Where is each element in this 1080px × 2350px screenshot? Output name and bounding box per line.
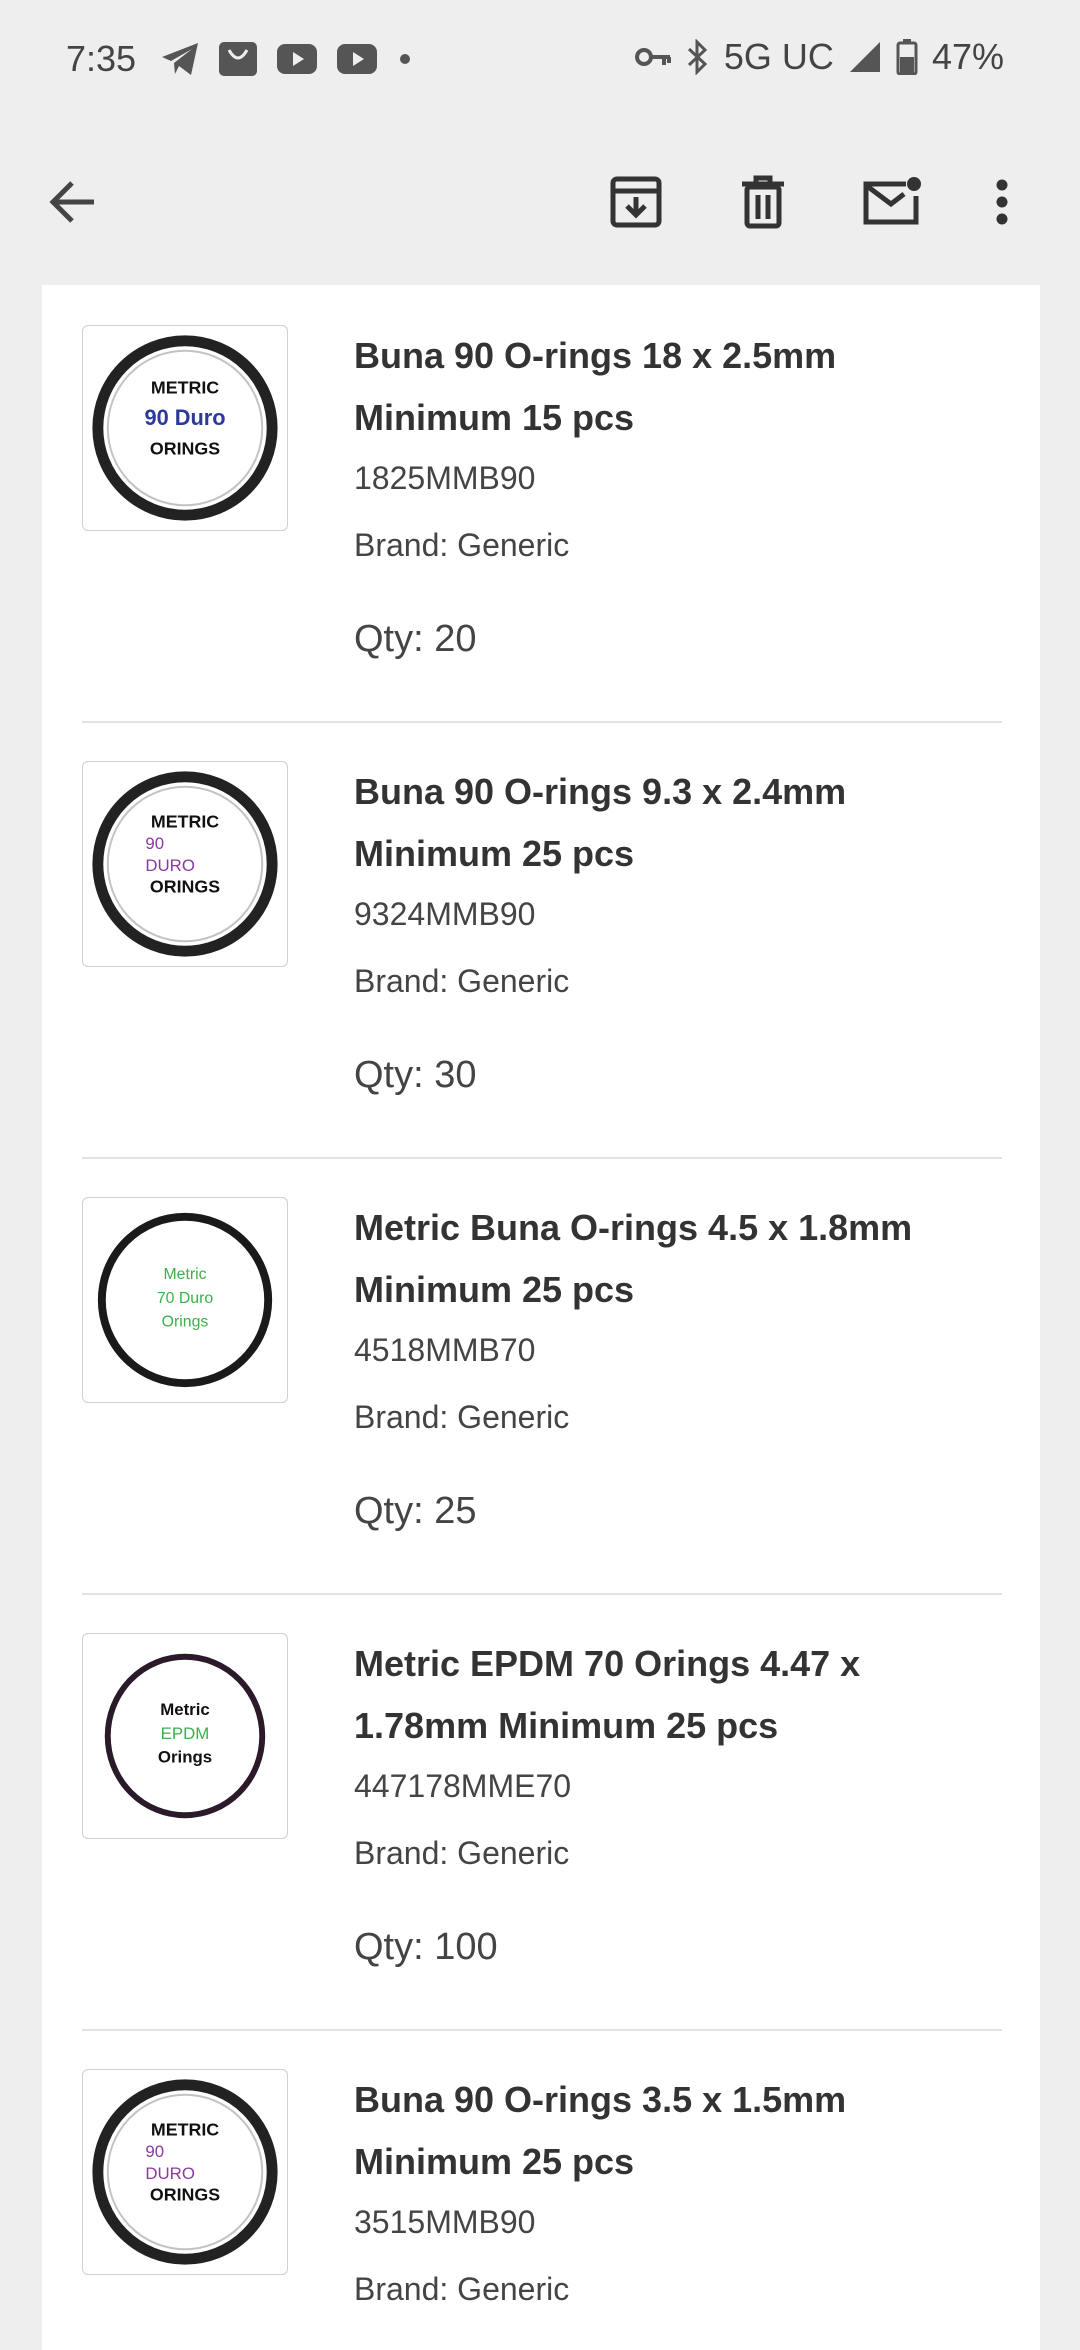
- product-title[interactable]: Buna 90 O-rings 3.5 x 1.5mm Minimum 25 p…: [354, 2069, 984, 2193]
- shop-icon: [219, 42, 257, 76]
- image-label: METRIC: [151, 811, 219, 831]
- product-brand: Brand: Generic: [354, 527, 570, 563]
- youtube-icon: [337, 44, 377, 74]
- order-item[interactable]: Metric 70 Duro Orings Metric Buna O-ring…: [82, 1157, 1002, 1595]
- mark-unread-icon: [863, 177, 921, 225]
- product-image[interactable]: METRIC 90 DURO ORINGS: [82, 761, 288, 967]
- image-label: METRIC: [151, 377, 219, 397]
- image-label: METRIC: [151, 2119, 219, 2139]
- product-brand: Brand: Generic: [354, 1835, 570, 1871]
- image-label: Orings: [162, 1314, 209, 1331]
- mark-unread-button[interactable]: [858, 170, 928, 234]
- system-icons: 5G UC 47%: [634, 36, 1004, 78]
- order-item[interactable]: METRIC 90 DURO ORINGS Buna 90 O-rings 3.…: [82, 2029, 1002, 2350]
- delete-icon: [742, 175, 784, 229]
- email-body: METRIC 90 Duro ORINGS Buna 90 O-rings 18…: [42, 285, 1040, 2350]
- image-label: ORINGS: [150, 877, 220, 897]
- image-label: Orings: [158, 1748, 212, 1767]
- bluetooth-icon: [687, 39, 708, 75]
- o-ring-image: METRIC 90 DURO ORINGS: [92, 771, 278, 957]
- product-brand: Brand: Generic: [354, 2271, 570, 2307]
- product-image[interactable]: METRIC 90 DURO ORINGS: [82, 2069, 288, 2275]
- product-sku: 1825MMB90: [354, 460, 536, 496]
- image-label: DURO: [145, 2164, 195, 2183]
- back-arrow-icon: [49, 181, 94, 223]
- image-label: Metric: [160, 1700, 210, 1719]
- dot-icon: [400, 54, 410, 64]
- product-title[interactable]: Buna 90 O-rings 18 x 2.5mm Minimum 15 pc…: [354, 325, 984, 449]
- o-ring-image: METRIC 90 Duro ORINGS: [92, 335, 278, 521]
- order-item[interactable]: METRIC 90 Duro ORINGS Buna 90 O-rings 18…: [82, 285, 1002, 723]
- youtube-icon: [277, 44, 317, 74]
- product-qty: Qty: 25: [354, 1490, 477, 1532]
- archive-icon: [610, 176, 662, 228]
- image-label: DURO: [145, 856, 195, 875]
- product-qty: Qty: 30: [354, 1054, 477, 1096]
- image-label: ORINGS: [150, 2185, 220, 2205]
- o-ring-image: Metric EPDM Orings: [104, 1653, 266, 1819]
- product-qty: Qty: 100: [354, 1926, 498, 1968]
- product-sku: 4518MMB70: [354, 1332, 536, 1368]
- telegram-icon: [162, 43, 198, 75]
- more-options-button[interactable]: [982, 170, 1022, 234]
- status-time: 7:35: [66, 38, 137, 79]
- email-toolbar: [0, 120, 1080, 285]
- image-label: Metric: [163, 1266, 206, 1283]
- battery-percent: 47%: [931, 36, 1004, 77]
- battery-icon: [896, 39, 918, 75]
- image-label: 70 Duro: [157, 1290, 214, 1307]
- product-sku: 9324MMB90: [354, 896, 536, 932]
- product-sku: 3515MMB90: [354, 2204, 536, 2240]
- status-bar: 7:35 5G UC 47%: [0, 0, 1080, 120]
- product-image[interactable]: Metric EPDM Orings: [82, 1633, 288, 1839]
- product-brand: Brand: Generic: [354, 963, 570, 999]
- network-type: 5G UC: [723, 36, 834, 77]
- product-image[interactable]: METRIC 90 Duro ORINGS: [82, 325, 288, 531]
- image-label: 90: [145, 834, 164, 853]
- product-sku: 447178MME70: [354, 1768, 572, 1804]
- product-qty: Qty: 20: [354, 618, 477, 660]
- notification-icons: [160, 40, 414, 78]
- product-title[interactable]: Buna 90 O-rings 9.3 x 2.4mm Minimum 25 p…: [354, 761, 984, 885]
- product-title[interactable]: Metric EPDM 70 Orings 4.47 x 1.78mm Mini…: [354, 1633, 984, 1757]
- vpn-key-icon: [634, 48, 671, 66]
- order-item[interactable]: Metric EPDM Orings Metric EPDM 70 Orings…: [82, 1593, 1002, 2031]
- image-label: EPDM: [161, 1724, 210, 1743]
- product-title[interactable]: Metric Buna O-rings 4.5 x 1.8mm Minimum …: [354, 1197, 984, 1321]
- delete-button[interactable]: [731, 170, 795, 234]
- back-button[interactable]: [40, 170, 104, 234]
- archive-button[interactable]: [604, 170, 668, 234]
- order-item[interactable]: METRIC 90 DURO ORINGS Buna 90 O-rings 9.…: [82, 721, 1002, 1159]
- image-label: ORINGS: [150, 439, 220, 459]
- o-ring-image: Metric 70 Duro Orings: [97, 1212, 273, 1388]
- image-label: 90 Duro: [144, 405, 225, 430]
- image-label: 90: [145, 2142, 164, 2161]
- product-brand: Brand: Generic: [354, 1399, 570, 1435]
- signal-icon: [849, 42, 880, 72]
- more-vert-icon: [996, 179, 1008, 225]
- product-image[interactable]: Metric 70 Duro Orings: [82, 1197, 288, 1403]
- o-ring-image: METRIC 90 DURO ORINGS: [92, 2079, 278, 2265]
